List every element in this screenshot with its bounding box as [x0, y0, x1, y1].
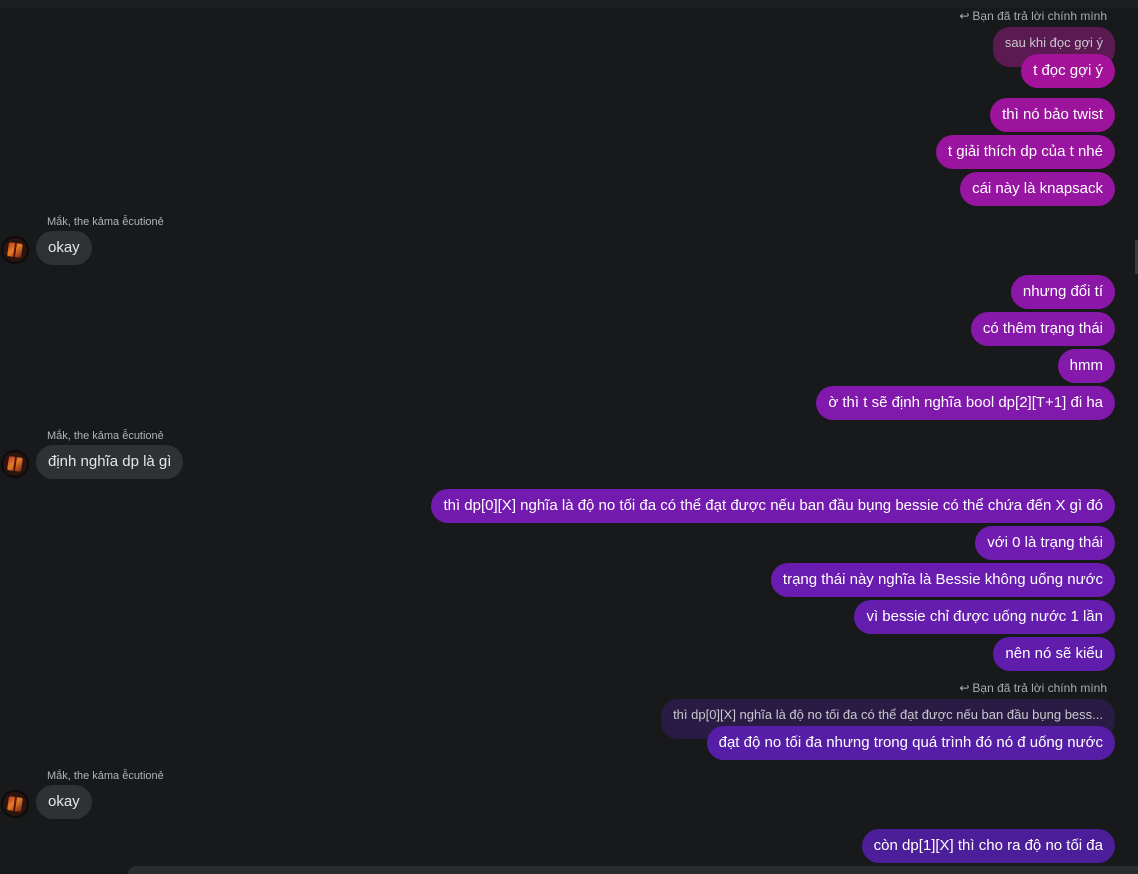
outgoing-message[interactable]: thì dp[0][X] nghĩa là độ no tối đa có th…: [431, 489, 1115, 523]
reply-note-text: Bạn đã trả lời chính mình: [972, 9, 1107, 23]
sender-name: Mắk, the kảma ễcutionẻ: [47, 430, 164, 442]
sender-avatar[interactable]: [1, 450, 29, 478]
outgoing-message[interactable]: t giải thích dp của t nhé: [935, 135, 1115, 169]
sender-avatar[interactable]: [1, 236, 29, 264]
outgoing-message[interactable]: cái này là knapsack: [960, 172, 1115, 206]
sender-name: Mắk, the kảma ễcutionẻ: [47, 216, 164, 228]
reply-arrow-icon: ↩: [959, 9, 970, 23]
cube-icon: [7, 456, 23, 472]
outgoing-message[interactable]: với 0 là trạng thái: [975, 526, 1115, 560]
outgoing-message[interactable]: thì nó bảo twist: [990, 98, 1115, 132]
reply-note: ↩ Bạn đã trả lời chính mình: [959, 9, 1107, 23]
outgoing-message[interactable]: hmm: [1057, 349, 1115, 383]
reply-note: ↩ Bạn đã trả lời chính mình: [959, 681, 1107, 695]
outgoing-message[interactable]: đạt độ no tối đa nhưng trong quá trình đ…: [706, 726, 1115, 760]
outgoing-message[interactable]: t đọc gợi ý: [1021, 54, 1115, 88]
cube-icon: [7, 242, 23, 258]
outgoing-message[interactable]: nên nó sẽ kiểu: [993, 637, 1115, 671]
sender-name: Mắk, the kảma ễcutionẻ: [47, 770, 164, 782]
reply-note-text: Bạn đã trả lời chính mình: [972, 681, 1107, 695]
cube-icon: [7, 796, 23, 812]
incoming-message[interactable]: okay: [36, 231, 92, 265]
outgoing-message[interactable]: có thêm trạng thái: [970, 312, 1115, 346]
reply-arrow-icon: ↩: [959, 681, 970, 695]
outgoing-message[interactable]: ờ thì t sẽ định nghĩa bool dp[2][T+1] đi…: [816, 386, 1115, 420]
window-top-bar: [0, 0, 1138, 8]
incoming-message[interactable]: okay: [36, 785, 92, 819]
sender-avatar[interactable]: [1, 790, 29, 818]
outgoing-message[interactable]: vì bessie chỉ được uống nước 1 lần: [854, 600, 1115, 634]
outgoing-message[interactable]: nhưng đổi tí: [1010, 275, 1115, 309]
outgoing-message[interactable]: còn dp[1][X] thì cho ra độ no tối đa: [861, 829, 1115, 863]
incoming-message[interactable]: định nghĩa dp là gì: [36, 445, 184, 479]
message-composer[interactable]: [128, 866, 1138, 874]
outgoing-message[interactable]: trạng thái này nghĩa là Bessie không uốn…: [770, 563, 1115, 597]
